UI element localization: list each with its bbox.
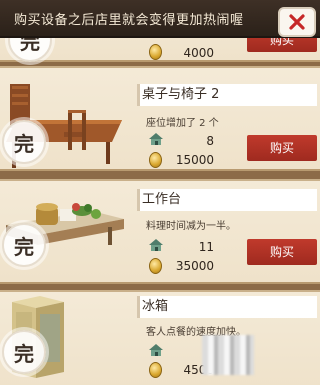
seat-count-icon <box>149 344 163 356</box>
banner-message: 购买设备之后店里就会变得更加热闹喔 <box>14 13 244 28</box>
coin-icon <box>149 44 162 60</box>
equipment-item: 完 工作台 料理时间减为一半。 11 35000 购买 <box>0 179 320 284</box>
item-name: 冰箱 <box>137 296 317 318</box>
seat-count-icon <box>149 133 163 145</box>
equipment-item: 完 桌子与椅子 2 座位增加了 2 个 8 15000 购买 <box>0 66 320 171</box>
seat-count-icon <box>149 239 163 251</box>
redacted-area <box>202 335 254 375</box>
item-description: 料理时间减为一半。 <box>146 221 236 232</box>
coin-icon <box>149 258 162 274</box>
coin-icon <box>149 362 162 378</box>
item-name: 工作台 <box>137 189 317 211</box>
completed-badge: 完 <box>2 330 46 374</box>
close-button[interactable] <box>278 7 316 37</box>
top-banner: 购买设备之后店里就会变得更加热闹喔 <box>0 0 320 38</box>
stat-value: 8 <box>206 134 214 148</box>
item-name: 桌子与椅子 2 <box>137 84 317 106</box>
completed-badge: 完 <box>2 120 46 164</box>
close-x-icon <box>289 14 305 30</box>
coin-icon <box>149 152 162 168</box>
buy-button[interactable]: 购买 <box>247 135 317 161</box>
item-description: 座位增加了 2 个 <box>146 118 219 129</box>
completed-badge: 完 <box>2 223 46 267</box>
price-value: 15000 <box>175 153 214 167</box>
price-value: 4000 <box>183 46 214 60</box>
stat-value: 11 <box>198 240 214 254</box>
equipment-item: 完 冰箱 客人点餐的速度加快。 4500 <box>0 290 320 385</box>
equipment-list[interactable]: 完 4000 购买 完 桌子与椅子 2 座位增加了 2 个 8 15000 购买… <box>0 0 320 385</box>
buy-button[interactable]: 购买 <box>247 239 317 265</box>
price-value: 35000 <box>175 259 214 273</box>
